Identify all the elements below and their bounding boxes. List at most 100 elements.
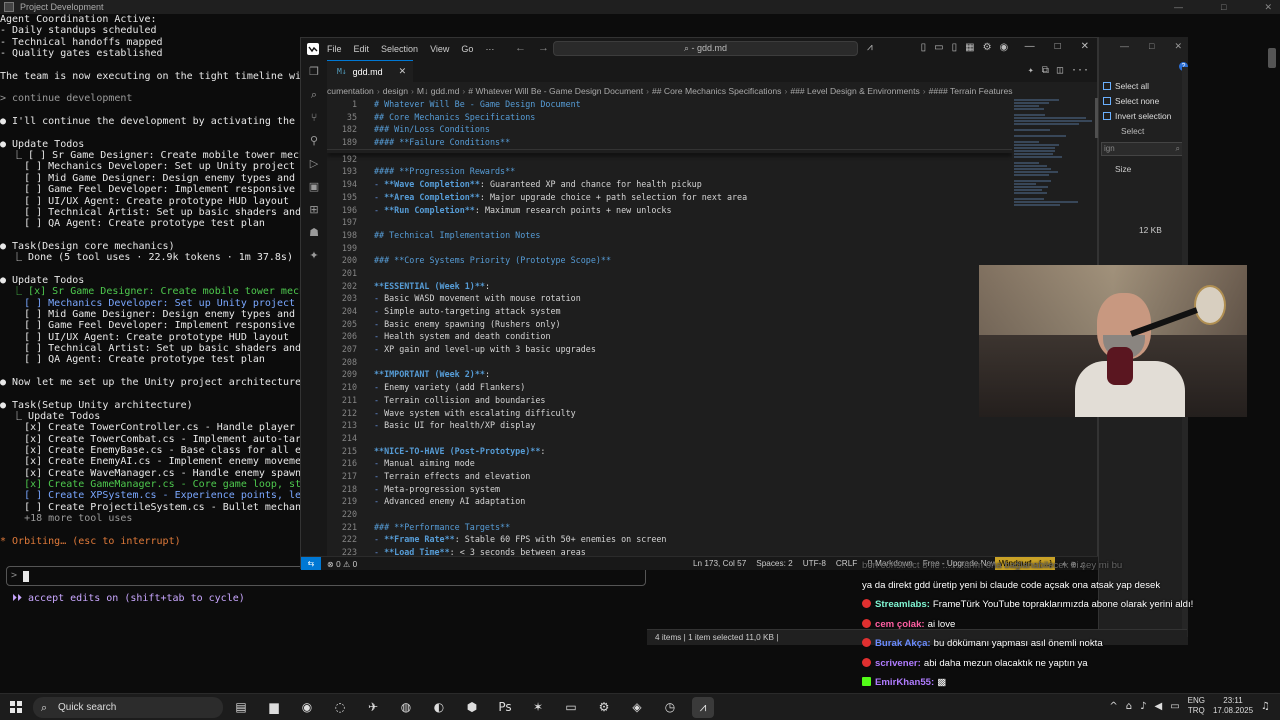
tab-close-icon[interactable]: ✕ xyxy=(399,66,407,77)
code-line[interactable]: 192 xyxy=(327,153,1012,166)
code-line[interactable]: 221 ### **Performance Targets** xyxy=(327,521,1012,534)
split-editor-icon[interactable]: ◫ xyxy=(1057,65,1063,76)
account-icon[interactable]: ◉ xyxy=(1000,42,1009,53)
openai-icon[interactable]: ◌ xyxy=(329,697,351,718)
mic-icon[interactable]: ♪ xyxy=(1140,701,1146,712)
tab-gdd-md[interactable]: M↓ gdd.md ✕ xyxy=(327,60,413,82)
explorer-close-icon[interactable]: ✕ xyxy=(1174,41,1182,52)
editor-maximize-icon[interactable]: □ xyxy=(1055,41,1061,52)
explorer-search-input[interactable]: ign ⌕ xyxy=(1101,142,1185,156)
notification-bell-icon[interactable]: ♫ xyxy=(1261,701,1270,712)
breadcrumb-item[interactable]: # Whatever Will Be - Game Design Documen… xyxy=(468,86,643,96)
sticky-scroll-line[interactable]: 189 #### **Failure Conditions** xyxy=(327,136,1012,149)
steam-icon[interactable]: ✈ xyxy=(362,697,384,718)
background-scrollbar[interactable] xyxy=(1268,48,1276,68)
menu-more[interactable]: ··· xyxy=(485,44,494,54)
code-line[interactable]: 201 xyxy=(327,267,1012,280)
github-icon[interactable]: ◐ xyxy=(428,697,450,718)
breadcrumb-item[interactable]: ### Level Design & Environments xyxy=(790,86,919,96)
debug-icon[interactable]: ⚲ xyxy=(308,135,320,147)
code-line[interactable]: 215 **NICE-TO-HAVE (Post-Prototype)**: xyxy=(327,445,1012,458)
code-editor[interactable]: 1 # Whatever Will Be - Game Design Docume… xyxy=(327,98,1012,556)
breadcrumb-item[interactable]: ## Core Mechanics Specifications xyxy=(652,86,781,96)
sticky-scroll-line[interactable]: 1 # Whatever Will Be - Game Design Docume… xyxy=(327,98,1012,111)
photoshop-icon[interactable]: Ps xyxy=(494,697,516,718)
task-view-icon[interactable]: ▤ xyxy=(230,697,252,718)
clock[interactable]: 23:11 17.08.2025 xyxy=(1213,696,1253,716)
cascade-star-icon[interactable]: ✦ xyxy=(1028,65,1034,76)
editor-minimize-icon[interactable]: — xyxy=(1025,41,1035,52)
windsurf-app-icon[interactable]: ⩘ xyxy=(692,697,714,718)
breadcrumb-item[interactable]: M↓ gdd.md xyxy=(417,86,460,96)
code-line[interactable]: 200 ### **Core Systems Priority (Prototyp… xyxy=(327,254,1012,267)
chevron-up-icon[interactable]: ^ xyxy=(1109,701,1117,712)
breadcrumb-item[interactable]: cumentation xyxy=(327,86,374,96)
code-line[interactable]: 216 - Manual aiming mode xyxy=(327,457,1012,470)
menu-edit[interactable]: Edit xyxy=(354,44,370,54)
size-column-header[interactable]: Size xyxy=(1115,164,1131,174)
code-line[interactable]: 214 xyxy=(327,432,1012,445)
maximize-icon[interactable]: □ xyxy=(1221,0,1226,14)
settings-gear-icon[interactable]: ⚙ xyxy=(983,42,992,53)
remote-explorer-icon[interactable]: ▣ xyxy=(308,181,320,193)
encoding[interactable]: UTF-8 xyxy=(803,559,826,568)
code-line[interactable]: 212 - Wave system with escalating difficu… xyxy=(327,407,1012,420)
explorer-minimize-icon[interactable]: — xyxy=(1120,41,1129,52)
toggle-secondary-sidebar-icon[interactable]: ▯ xyxy=(952,42,958,53)
explorer-icon[interactable]: ❐ xyxy=(308,66,320,78)
problems-count[interactable]: ⊗ 0 ⚠ 0 xyxy=(327,559,357,569)
menu-selection[interactable]: Selection xyxy=(381,44,418,54)
menu-view[interactable]: View xyxy=(430,44,449,54)
code-line[interactable]: 211 - Terrain collision and boundaries xyxy=(327,394,1012,407)
toggle-sidebar-icon[interactable]: ▯ xyxy=(921,42,927,53)
indentation[interactable]: Spaces: 2 xyxy=(756,559,792,568)
source-control-icon[interactable]: ⑂ xyxy=(308,112,320,124)
breadcrumb-item[interactable]: design xyxy=(383,86,408,96)
sparkle-icon[interactable]: ✦ xyxy=(308,250,320,262)
code-line[interactable]: 220 xyxy=(327,508,1012,521)
obs-icon[interactable]: ⚙ xyxy=(593,697,615,718)
extensions-icon[interactable]: ⊞ xyxy=(308,204,320,216)
code-line[interactable]: 195 - **Area Completion**: Major upgrade … xyxy=(327,191,1012,204)
open-preview-icon[interactable]: ⧉ xyxy=(1042,65,1049,76)
code-line[interactable]: 194 - **Wave Completion**: Guaranteed XP … xyxy=(327,178,1012,191)
browser-icon[interactable]: ◈ xyxy=(626,697,648,718)
sticky-scroll-line[interactable]: 182 ### Win/Loss Conditions xyxy=(327,123,1012,137)
code-line[interactable]: 202 **ESSENTIAL (Week 1)**: xyxy=(327,280,1012,293)
code-line[interactable]: 199 xyxy=(327,242,1012,255)
toggle-panel-icon[interactable]: ▭ xyxy=(934,42,943,53)
editor-close-icon[interactable]: ✕ xyxy=(1081,41,1089,52)
code-line[interactable]: 193 #### **Progression Rewards** xyxy=(327,165,1012,178)
chrome-icon[interactable]: ◉ xyxy=(296,697,318,718)
run-icon[interactable]: ▷ xyxy=(308,158,320,170)
code-line[interactable]: 222 - **Frame Rate**: Stable 60 FPS with … xyxy=(327,533,1012,546)
code-line[interactable]: 205 - Basic enemy spawning (Rushers only) xyxy=(327,318,1012,331)
more-actions-icon[interactable]: ··· xyxy=(1071,65,1089,76)
code-line[interactable]: 207 - XP gain and level-up with 3 basic u… xyxy=(327,343,1012,356)
windsurf-cascade-icon[interactable]: ⩘ xyxy=(867,42,873,53)
code-line[interactable]: 218 - Meta-progression system xyxy=(327,483,1012,496)
invert-selection-button[interactable]: Invert selection xyxy=(1103,111,1171,121)
select-all-button[interactable]: Select all xyxy=(1103,81,1149,91)
code-line[interactable]: 196 - **Run Completion**: Maximum researc… xyxy=(327,204,1012,217)
windows-start-icon[interactable] xyxy=(10,701,22,713)
layout-icon[interactable]: ▦ xyxy=(965,42,974,53)
code-line[interactable]: 219 - Advanced enemy AI adaptation xyxy=(327,495,1012,508)
code-line[interactable]: 223 - **Load Time**: < 3 seconds between … xyxy=(327,546,1012,556)
code-line[interactable]: 209 **IMPORTANT (Week 2)**: xyxy=(327,368,1012,381)
code-line[interactable]: 203 - Basic WASD movement with mouse rota… xyxy=(327,292,1012,305)
taskbar-search-input[interactable]: ⌕ Quick search xyxy=(33,697,223,718)
battery-icon[interactable]: ▭ xyxy=(1170,701,1179,712)
file-explorer-icon[interactable]: ▆ xyxy=(263,697,285,718)
code-line[interactable]: 208 xyxy=(327,356,1012,369)
cursor-position[interactable]: Ln 173, Col 57 xyxy=(693,559,746,568)
clock-app-icon[interactable]: ◷ xyxy=(659,697,681,718)
code-line[interactable]: 197 xyxy=(327,216,1012,229)
claude-icon[interactable]: ✶ xyxy=(527,697,549,718)
breadcrumb-item[interactable]: #### Terrain Features xyxy=(929,86,1013,96)
discord-icon[interactable]: ◍ xyxy=(395,697,417,718)
sticky-scroll-line[interactable]: 35 ## Core Mechanics Specifications xyxy=(327,110,1012,124)
close-icon[interactable]: ✕ xyxy=(1264,0,1272,14)
code-line[interactable]: 206 - Health system and death condition xyxy=(327,330,1012,343)
remote-indicator-icon[interactable]: ⇆ xyxy=(301,557,321,570)
